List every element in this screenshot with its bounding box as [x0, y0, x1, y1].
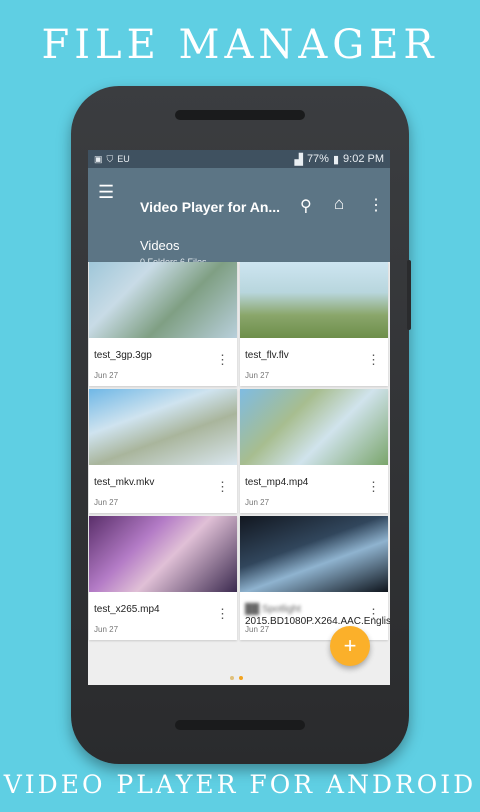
- video-thumbnail[interactable]: [89, 262, 237, 338]
- file-card[interactable]: test_mkv.mkv Jun 27 ⋮: [89, 389, 237, 513]
- clock: 9:02 PM: [343, 153, 384, 165]
- more-vert-icon[interactable]: ⋮: [367, 606, 380, 622]
- folder-name: Videos: [140, 238, 180, 253]
- file-name: test_mp4.mp4: [245, 477, 309, 488]
- more-vert-icon[interactable]: ⋮: [216, 479, 229, 495]
- phone-side-button: [407, 260, 411, 330]
- hamburger-menu-icon[interactable]: ☰: [98, 182, 114, 203]
- file-card[interactable]: test_flv.flv Jun 27 ⋮: [240, 262, 388, 386]
- home-icon[interactable]: ⌂: [334, 194, 344, 214]
- more-vert-icon[interactable]: ⋮: [367, 352, 380, 368]
- file-name: test_flv.flv: [245, 350, 289, 361]
- shield-icon: ⛉: [106, 153, 114, 164]
- bottom-speaker: [175, 720, 305, 730]
- status-bar: ▣ ⛉ EU ▟ 77% ▮ 9:02 PM: [88, 150, 390, 168]
- phone-screen: ▣ ⛉ EU ▟ 77% ▮ 9:02 PM ☰ Video Player fo…: [88, 150, 390, 685]
- top-speaker: [175, 110, 305, 120]
- file-name: test_x265.mp4: [94, 604, 160, 615]
- page-dot: [230, 676, 234, 680]
- file-grid: test_3gp.3gp Jun 27 ⋮ test_flv.flv Jun 2…: [88, 262, 390, 640]
- file-date: Jun 27: [94, 625, 119, 634]
- more-vert-icon[interactable]: ⋮: [216, 606, 229, 622]
- video-thumbnail[interactable]: [240, 262, 388, 338]
- file-date: Jun 27: [245, 371, 270, 380]
- signal-icon: ▟: [294, 153, 303, 166]
- video-thumbnail[interactable]: [240, 516, 388, 592]
- more-vert-icon[interactable]: ⋮: [216, 352, 229, 368]
- app-title: Video Player for An...: [140, 199, 281, 215]
- blurred-text: ██ Spotlight: [245, 604, 301, 615]
- file-card[interactable]: test_3gp.3gp Jun 27 ⋮: [89, 262, 237, 386]
- add-fab-button[interactable]: +: [330, 626, 370, 666]
- file-card[interactable]: test_mp4.mp4 Jun 27 ⋮: [240, 389, 388, 513]
- file-date: Jun 27: [94, 498, 119, 507]
- page-dot-active: [239, 676, 243, 680]
- page-indicator: [230, 676, 243, 680]
- battery-percentage: 77%: [306, 153, 329, 165]
- battery-icon: ▮: [332, 153, 340, 166]
- file-date: Jun 27: [94, 371, 119, 380]
- image-icon: ▣: [94, 153, 103, 164]
- file-date: Jun 27: [245, 498, 270, 507]
- file-name: test_mkv.mkv: [94, 477, 155, 488]
- file-name: test_3gp.3gp: [94, 350, 152, 361]
- more-vert-icon[interactable]: ⋮: [368, 195, 384, 215]
- file-card[interactable]: test_x265.mp4 Jun 27 ⋮: [89, 516, 237, 640]
- file-card[interactable]: ██ Spotlight 2015.BD1080P.X264.AAC.Engli…: [240, 516, 390, 640]
- more-vert-icon[interactable]: ⋮: [367, 479, 380, 495]
- video-thumbnail[interactable]: [89, 389, 237, 465]
- video-thumbnail[interactable]: [89, 516, 237, 592]
- promo-footer: VIDEO PLAYER FOR ANDROID: [3, 770, 477, 799]
- carrier-label: EU: [117, 154, 130, 164]
- app-bar: ☰ Video Player for An... ⚲ ⌂ ⋮ Videos 0 …: [88, 168, 390, 267]
- search-icon[interactable]: ⚲: [300, 196, 312, 216]
- promo-title: FILE MANAGER: [41, 22, 439, 68]
- file-date: Jun 27: [245, 625, 270, 634]
- video-thumbnail[interactable]: [240, 389, 388, 465]
